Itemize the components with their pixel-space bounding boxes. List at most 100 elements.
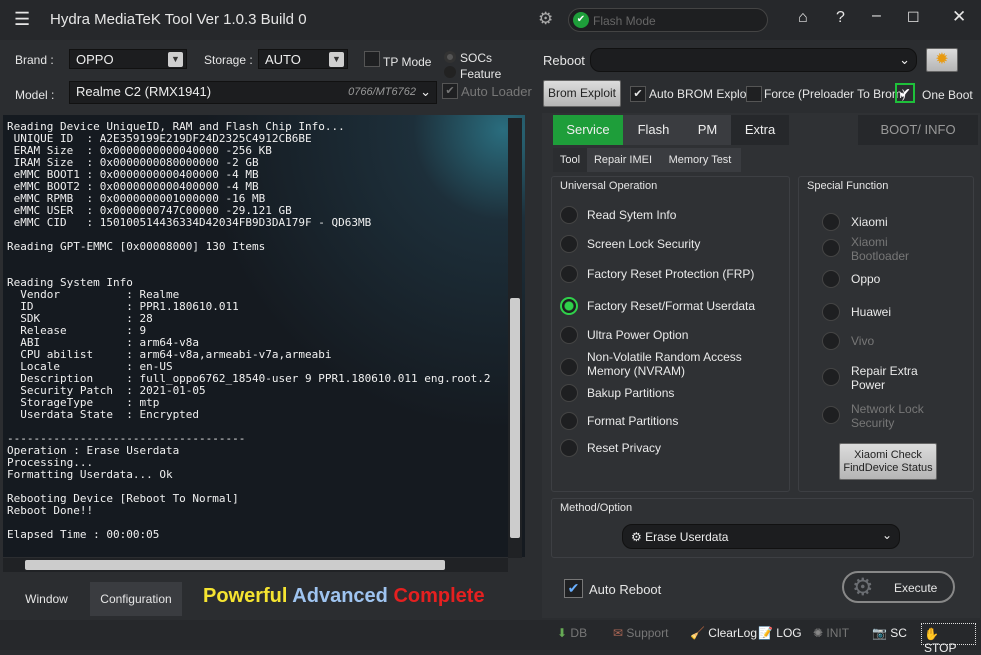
socs-radio[interactable] (444, 51, 456, 63)
status-log-button[interactable]: 📝 LOG (756, 623, 804, 645)
special-item[interactable]: Network Lock Security (822, 402, 972, 430)
horizontal-scrollbar[interactable] (3, 558, 508, 572)
status-init-button[interactable]: ✺ INIT (811, 623, 851, 645)
gear-icon: ⚙ (852, 574, 874, 601)
special-label: Repair Extra Power (851, 364, 918, 392)
operation-item[interactable]: Reset Privacy (560, 439, 785, 461)
radio-button[interactable] (560, 206, 578, 224)
status-sc-button[interactable]: 📷 SC (870, 623, 909, 645)
auto-brom-label: Auto BROM Exploit (649, 87, 753, 101)
force-label: Force (Preloader To Brom) (764, 87, 906, 101)
model-select[interactable]: Realme C2 (RMX1941) 0766/MT6762 ⌄ (69, 81, 437, 104)
radio-button[interactable] (822, 270, 840, 288)
radio-button[interactable] (822, 239, 840, 257)
gear-icon: ⚙ (631, 530, 642, 544)
brand-label: Brand : (15, 53, 54, 67)
radio-button[interactable] (560, 326, 578, 344)
xiaomi-check-button[interactable]: Xiaomi Check FindDevice Status (839, 443, 937, 480)
radio-button[interactable] (822, 332, 840, 350)
execute-button[interactable]: ⚙ Execute (842, 571, 955, 603)
brom-exploit-button[interactable]: Brom Exploit (543, 80, 621, 107)
mode-label: Flash Mode (593, 14, 656, 28)
operation-item[interactable]: Screen Lock Security (560, 235, 785, 257)
operation-item[interactable]: Format Partitions (560, 412, 785, 434)
special-item[interactable]: Vivo (822, 332, 972, 354)
help-icon[interactable]: ? (836, 9, 845, 27)
gear-icon[interactable]: ⚙ (538, 9, 553, 29)
chevron-down-icon: ⌄ (420, 84, 431, 99)
special-item[interactable]: Huawei (822, 303, 972, 325)
operation-item[interactable]: Factory Reset Protection (FRP) (560, 265, 785, 287)
tp-mode-checkbox[interactable] (364, 51, 380, 67)
operation-label: Read Sytem Info (587, 208, 677, 222)
radio-button[interactable] (560, 235, 578, 253)
subtab-tool[interactable]: Tool (553, 148, 587, 172)
radio-button[interactable] (822, 368, 840, 386)
menu-icon[interactable]: ☰ (14, 9, 30, 30)
radio-button[interactable] (560, 439, 578, 457)
special-label: Xiaomi (851, 215, 888, 229)
tab-flash[interactable]: Flash (623, 115, 684, 145)
mode-select[interactable]: ✔ Flash Mode (568, 8, 768, 32)
radio-button[interactable] (560, 265, 578, 283)
tab-configuration[interactable]: Configuration (90, 582, 182, 616)
auto-brom-checkbox[interactable]: ✔ (630, 86, 646, 102)
operation-item[interactable]: Read Sytem Info (560, 206, 785, 228)
home-icon[interactable]: ⌂ (798, 9, 808, 27)
auto-loader-checkbox[interactable]: ✔ (442, 83, 458, 99)
tab-pm[interactable]: PM (684, 115, 731, 145)
tab-extra[interactable]: Extra (731, 115, 789, 145)
brand-select[interactable]: OPPO ▼ (69, 49, 187, 69)
radio-button[interactable] (560, 297, 578, 315)
maximize-icon[interactable]: ☐ (907, 9, 920, 26)
chevron-down-icon: ⌄ (881, 528, 892, 542)
check-icon: ✔ (573, 12, 589, 28)
storage-select[interactable]: AUTO ▼ (258, 49, 348, 69)
special-label: Network Lock Security (851, 402, 924, 430)
one-boot-checkbox[interactable]: ✔ (895, 83, 915, 103)
special-item[interactable]: Xiaomi Bootloader (822, 235, 972, 263)
boot-info-button[interactable]: BOOT/ INFO (858, 115, 978, 145)
operation-item[interactable]: Factory Reset/Format Userdata (560, 297, 785, 319)
special-label: Xiaomi Bootloader (851, 235, 910, 263)
status-db-button[interactable]: ⬇ DB (555, 623, 589, 645)
subtab-memory-test[interactable]: Memory Test (659, 148, 741, 172)
subtab-repair-imei[interactable]: Repair IMEI (587, 148, 659, 172)
operation-label: Factory Reset Protection (FRP) (587, 267, 755, 281)
radio-button[interactable] (822, 303, 840, 321)
sun-button[interactable]: ✹ (926, 48, 958, 72)
radio-button[interactable] (822, 406, 840, 424)
radio-button[interactable] (560, 358, 578, 376)
status-support-button[interactable]: ✉ Support (611, 623, 670, 645)
close-icon[interactable]: ✕ (952, 7, 966, 27)
storage-label: Storage : (204, 53, 253, 67)
special-item[interactable]: Oppo (822, 270, 972, 292)
special-item[interactable]: Repair Extra Power (822, 364, 972, 392)
broom-icon: 🧹 (690, 626, 705, 640)
execute-label: Execute (894, 581, 938, 595)
socs-label: SOCs (460, 51, 493, 65)
operation-item[interactable]: Ultra Power Option (560, 326, 785, 348)
operation-item[interactable]: Non-Volatile Random Access Memory (NVRAM… (560, 350, 785, 380)
feature-radio[interactable] (444, 66, 456, 78)
radio-button[interactable] (822, 213, 840, 231)
model-label: Model : (15, 88, 55, 102)
auto-reboot-checkbox[interactable]: ✔ (564, 579, 583, 598)
chevron-down-icon: ⌄ (899, 52, 910, 67)
minimize-icon[interactable]: – (872, 7, 881, 25)
radio-button[interactable] (560, 384, 578, 402)
force-checkbox[interactable] (746, 86, 762, 102)
status-stop-button[interactable]: ✋ STOP (921, 623, 976, 655)
stop-icon: ✋ (924, 627, 939, 641)
status-clearlog-button[interactable]: 🧹 ClearLog (688, 623, 759, 645)
radio-button[interactable] (560, 412, 578, 430)
tp-mode-label: TP Mode (383, 55, 432, 69)
operation-item[interactable]: Bakup Partitions (560, 384, 785, 406)
operation-label: Factory Reset/Format Userdata (587, 299, 756, 313)
reboot-select[interactable]: ⌄ (590, 48, 917, 72)
special-item[interactable]: Xiaomi (822, 213, 972, 235)
method-select[interactable]: ⚙ Erase Userdata ⌄ (622, 524, 900, 549)
tab-service[interactable]: Service (553, 115, 623, 145)
vertical-scrollbar[interactable] (508, 118, 522, 558)
tab-window[interactable]: Window (3, 582, 90, 616)
